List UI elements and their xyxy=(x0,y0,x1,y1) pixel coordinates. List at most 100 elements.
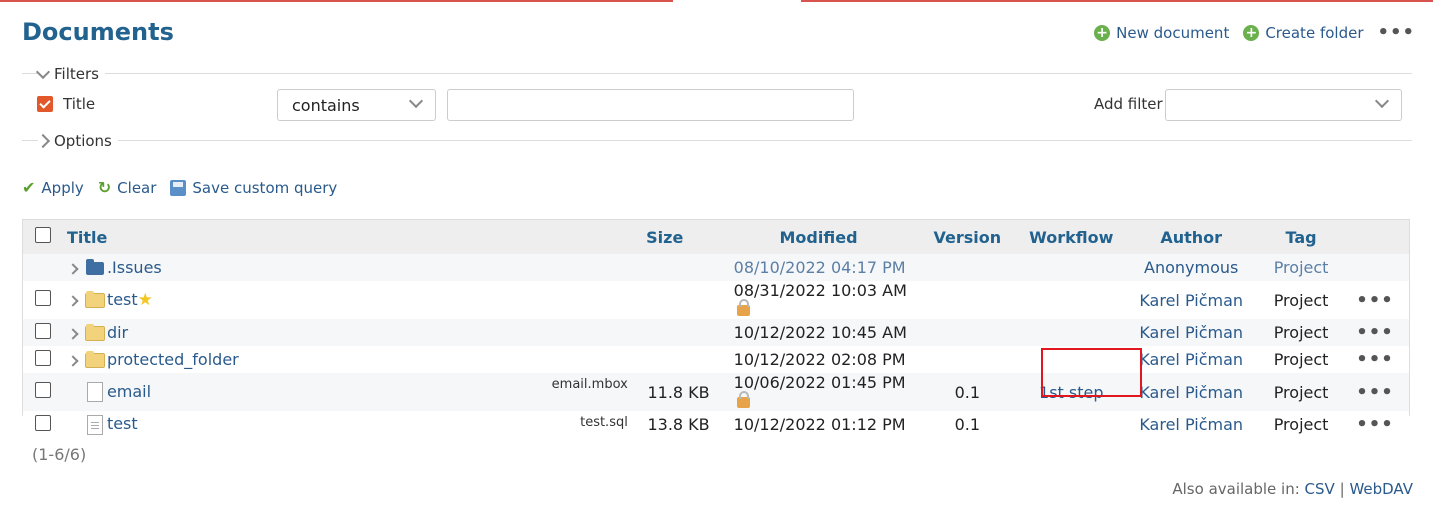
options-toggle[interactable]: Options xyxy=(35,132,118,150)
author-link[interactable]: Karel Pičman xyxy=(1139,323,1243,342)
lock-icon xyxy=(736,391,750,408)
table-row[interactable]: dir 10/12/2022 10:45 AM Karel Pičman Projec… xyxy=(23,319,1409,346)
also-available-label: Also available in: xyxy=(1172,480,1300,498)
title-link[interactable]: test xyxy=(107,290,138,309)
author-link[interactable]: Anonymous xyxy=(1144,258,1238,277)
workflow-cell xyxy=(1021,254,1121,281)
webdav-link[interactable]: WebDAV xyxy=(1349,480,1413,498)
folder-icon xyxy=(84,351,105,368)
apply-button[interactable]: ✔ Apply xyxy=(22,178,84,197)
filter-operator-value: contains xyxy=(292,95,360,115)
more-actions-icon[interactable]: ••• xyxy=(1356,349,1394,370)
star-icon: ★ xyxy=(137,290,153,310)
csv-link[interactable]: CSV xyxy=(1305,480,1335,498)
column-actions xyxy=(1341,220,1409,254)
row-checkbox[interactable] xyxy=(34,349,51,366)
author-cell: Karel Pičman xyxy=(1121,411,1261,438)
text-file-icon xyxy=(86,414,103,435)
add-icon: + xyxy=(1094,24,1111,41)
row-checkbox[interactable] xyxy=(34,322,51,339)
title-text: email xyxy=(106,381,152,401)
title-link[interactable]: test xyxy=(107,414,138,433)
highlight-box xyxy=(1041,348,1142,397)
filters-legend: Filters xyxy=(54,65,99,83)
divider xyxy=(22,140,1412,141)
title-link[interactable]: dir xyxy=(107,323,128,342)
filters-toggle[interactable]: Filters xyxy=(35,64,105,83)
title-text: dir xyxy=(106,323,129,342)
more-actions-icon[interactable]: ••• xyxy=(1356,290,1394,311)
create-folder-link[interactable]: + Create folder xyxy=(1243,24,1363,42)
save-query-button[interactable]: Save custom query xyxy=(170,179,337,197)
filter-value-input[interactable] xyxy=(447,89,854,121)
filter-title-checkbox[interactable] xyxy=(37,96,53,112)
column-version[interactable]: Version xyxy=(913,220,1021,254)
author-link[interactable]: Karel Pičman xyxy=(1139,383,1243,402)
new-document-label: New document xyxy=(1116,23,1230,42)
more-actions-icon[interactable]: ••• xyxy=(1377,22,1415,43)
filename: email.mbox xyxy=(551,377,628,392)
create-folder-label: Create folder xyxy=(1265,23,1364,42)
column-author[interactable]: Author xyxy=(1121,220,1261,254)
table-row[interactable]: test★ 08/31/2022 10:03 AM Karel Pičman Proj… xyxy=(23,281,1409,319)
folder-icon xyxy=(84,291,105,308)
tag-cell: Project xyxy=(1273,290,1329,310)
tag-cell: Project xyxy=(1273,350,1329,369)
version-cell xyxy=(913,254,1021,281)
footer-separator: | xyxy=(1339,480,1345,498)
chevron-right-icon[interactable] xyxy=(67,295,79,307)
author-link[interactable]: Karel Pičman xyxy=(1139,415,1243,434)
row-checkbox[interactable] xyxy=(34,414,51,431)
author-cell: Karel Pičman xyxy=(1121,281,1261,319)
more-actions-icon[interactable]: ••• xyxy=(1356,322,1394,343)
pagination: (1-6/6) xyxy=(32,445,87,464)
file-icon xyxy=(86,382,103,403)
select-all-checkbox[interactable] xyxy=(34,227,51,243)
column-size[interactable]: Size xyxy=(606,220,724,254)
column-title[interactable]: Title xyxy=(63,220,606,254)
apply-label: Apply xyxy=(41,178,84,197)
chevron-right-icon[interactable] xyxy=(67,355,79,367)
column-modified[interactable]: Modified xyxy=(724,220,914,254)
size-cell xyxy=(606,319,724,346)
tag-cell: Project xyxy=(1273,258,1329,277)
top-accent-bar-right xyxy=(801,0,1433,2)
new-document-link[interactable]: + New document xyxy=(1094,24,1229,42)
workflow-cell xyxy=(1021,319,1121,346)
table-row[interactable]: .Issues 08/10/2022 04:17 PM Anonymous Proje… xyxy=(23,254,1409,281)
clear-button[interactable]: ↻ Clear xyxy=(98,178,157,197)
author-link[interactable]: Karel Pičman xyxy=(1139,350,1243,369)
add-filter-select[interactable] xyxy=(1165,89,1402,121)
author-link[interactable]: Karel Pičman xyxy=(1139,291,1243,310)
table-row[interactable]: protected_folder 10/12/2022 02:08 PM Karel… xyxy=(23,346,1409,373)
title-link[interactable]: .Issues xyxy=(107,258,162,277)
chevron-right-icon[interactable] xyxy=(67,263,79,275)
filter-title-row: Title xyxy=(37,95,95,113)
column-workflow[interactable]: Workflow xyxy=(1021,220,1121,254)
column-tag[interactable]: Tag xyxy=(1261,220,1341,254)
top-actions: + New document + Create folder ••• xyxy=(1094,22,1415,43)
query-actions: ✔ Apply ↻ Clear Save custom query xyxy=(22,178,337,197)
title-link[interactable]: protected_folder xyxy=(107,350,239,369)
chevron-right-icon xyxy=(35,133,51,149)
workflow-cell xyxy=(1021,411,1121,438)
title-text: test xyxy=(106,290,138,309)
table-row[interactable]: test test.sql 13.8 KB 10/12/2022 01:12 PM 0.… xyxy=(23,411,1409,438)
more-actions-icon[interactable]: ••• xyxy=(1356,382,1394,403)
version-cell xyxy=(913,346,1021,373)
chevron-right-icon[interactable] xyxy=(67,328,79,340)
title-cell: test test.sql xyxy=(63,411,628,438)
more-actions-icon[interactable]: ••• xyxy=(1356,414,1394,435)
title-cell: test★ xyxy=(63,281,606,319)
row-checkbox[interactable] xyxy=(34,382,51,398)
folder-icon xyxy=(84,324,105,341)
clear-label: Clear xyxy=(117,178,157,197)
title-link[interactable]: email xyxy=(107,382,151,401)
size-cell xyxy=(606,346,724,373)
row-checkbox[interactable] xyxy=(34,290,51,306)
title-text: protected_folder xyxy=(106,350,239,369)
title-cell: .Issues xyxy=(63,254,606,281)
row-actions-cell: ••• xyxy=(1341,411,1409,438)
table-row[interactable]: email email.mbox 11.8 KB 10/06/2022 01:45 P… xyxy=(23,373,1409,411)
filter-operator-select[interactable]: contains xyxy=(277,89,436,121)
